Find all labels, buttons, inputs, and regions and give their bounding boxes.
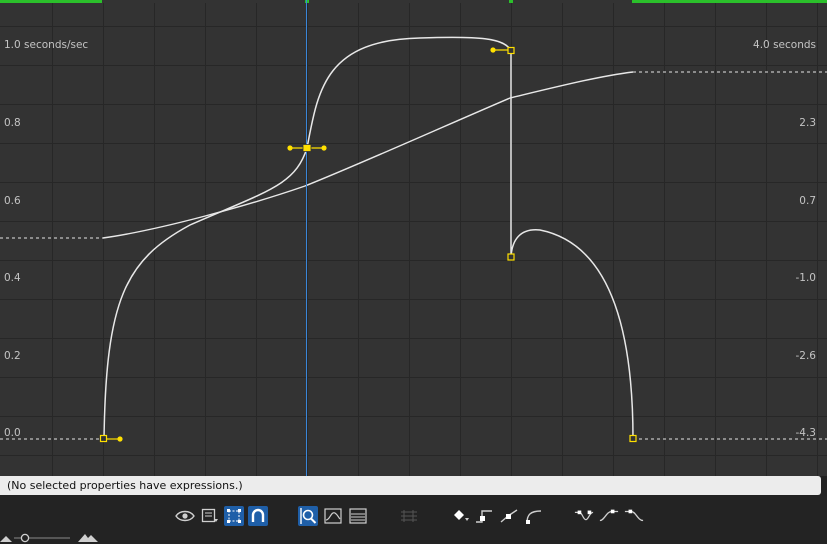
left-tick-label: 0.6 [4, 195, 21, 207]
right-tick-label: -2.6 [796, 350, 817, 362]
keyframe[interactable] [99, 434, 108, 443]
expression-status-text: (No selected properties have expressions… [7, 479, 243, 492]
easy-ease-out-icon[interactable] [624, 506, 644, 526]
linear-keyframe-icon[interactable] [499, 506, 519, 526]
easy-ease-icon[interactable] [574, 506, 594, 526]
graph-editor[interactable]: 1.0 seconds/sec 4.0 seconds 0.8 0.6 0.4 … [0, 0, 827, 476]
hold-keyframe-icon[interactable] [474, 506, 494, 526]
zoom-slider-thumb [20, 533, 30, 543]
eye-icon[interactable] [175, 506, 195, 526]
separate-dimensions-icon [399, 506, 419, 526]
zoom-slider[interactable] [0, 528, 100, 544]
fit-all-icon[interactable] [323, 506, 343, 526]
right-tick-label: 0.7 [799, 195, 816, 207]
right-tick-label: -4.3 [796, 427, 817, 439]
left-unit-label: 1.0 seconds/sec [4, 39, 88, 51]
fit-selection-icon[interactable] [298, 506, 318, 526]
right-unit-label: 4.0 seconds [753, 39, 816, 51]
left-tick-label: 0.4 [4, 272, 21, 284]
graph-background [0, 0, 827, 476]
easy-ease-in-icon[interactable] [599, 506, 619, 526]
graph-type-icon[interactable] [200, 506, 220, 526]
keyframe[interactable] [507, 253, 515, 261]
expression-status-bar: (No selected properties have expressions… [0, 476, 821, 495]
selected-keyframe[interactable] [302, 144, 312, 152]
keyframe[interactable] [507, 46, 515, 55]
left-tick-label: 0.2 [4, 350, 21, 362]
edit-keyframe-icon[interactable] [451, 506, 471, 526]
auto-bezier-icon[interactable] [524, 506, 544, 526]
left-tick-label: 0.0 [4, 427, 21, 439]
left-tick-label: 0.8 [4, 117, 21, 129]
zoom-out-icon [0, 536, 12, 542]
keyframe[interactable] [629, 434, 637, 443]
snap-icon[interactable] [248, 506, 268, 526]
fit-all-graphs-icon[interactable] [348, 506, 368, 526]
right-tick-label: 2.3 [799, 117, 816, 129]
transform-box-icon[interactable] [224, 506, 244, 526]
graph-toolbar [0, 496, 827, 544]
zoom-in-icon [78, 534, 98, 542]
right-tick-label: -1.0 [796, 272, 817, 284]
